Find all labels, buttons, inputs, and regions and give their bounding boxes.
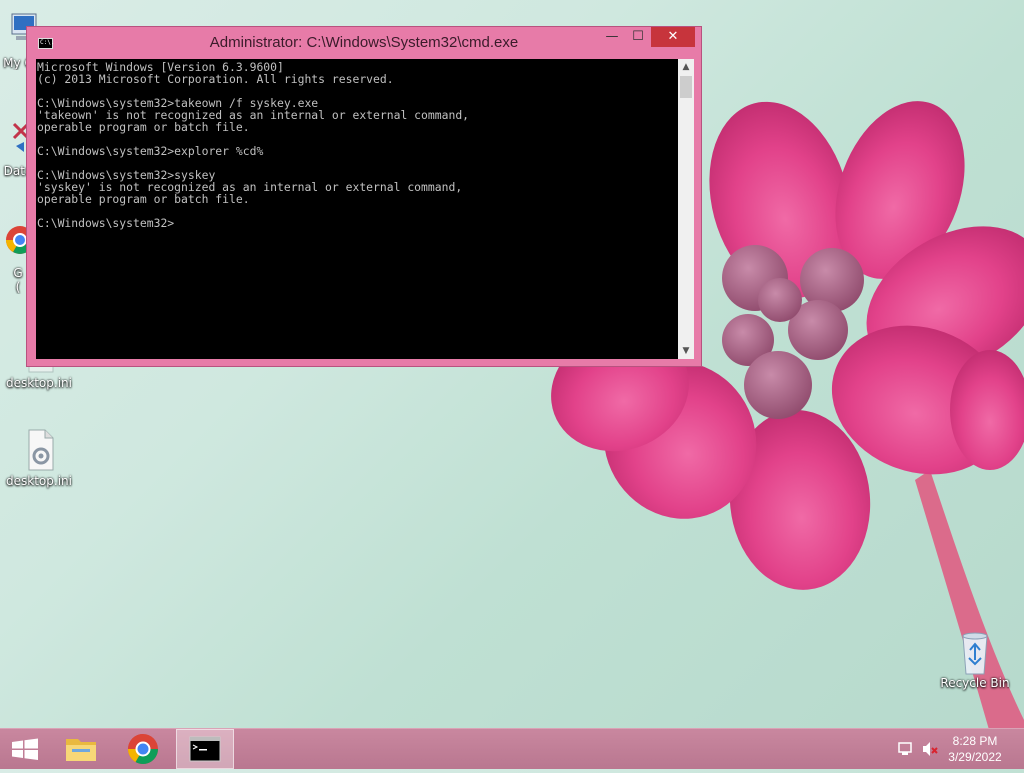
close-button[interactable]: ✕ bbox=[651, 27, 695, 47]
minimize-button[interactable]: — bbox=[599, 27, 625, 47]
start-button[interactable] bbox=[0, 729, 50, 769]
vertical-scrollbar[interactable]: ▲ ▼ bbox=[678, 59, 694, 359]
console-output[interactable]: Microsoft Windows [Version 6.3.9600] (c)… bbox=[36, 59, 678, 359]
desktop-icon-recycle-bin[interactable]: Recycle Bin bbox=[938, 630, 1012, 690]
console-text: Microsoft Windows [Version 6.3.9600] (c)… bbox=[37, 60, 470, 230]
taskbar-clock[interactable]: 8:28 PM 3/29/2022 bbox=[940, 733, 1010, 765]
network-tray-button[interactable] bbox=[896, 729, 916, 769]
scrollbar-thumb[interactable] bbox=[680, 76, 692, 98]
clock-time: 8:28 PM bbox=[952, 734, 998, 748]
volume-muted-icon bbox=[923, 742, 938, 756]
taskbar-chrome[interactable] bbox=[120, 729, 166, 769]
recycle-bin-icon bbox=[955, 630, 995, 675]
scroll-down-icon[interactable]: ▼ bbox=[678, 343, 694, 359]
chrome-icon bbox=[128, 734, 158, 765]
maximize-button[interactable]: ☐ bbox=[625, 27, 651, 47]
cmd-window[interactable]: C:\. Administrator: C:\Windows\System32\… bbox=[26, 26, 702, 367]
taskbar-cmd[interactable] bbox=[176, 729, 234, 769]
cmd-icon bbox=[189, 736, 221, 762]
taskbar-file-explorer[interactable] bbox=[58, 729, 104, 769]
clock-date: 3/29/2022 bbox=[948, 750, 1002, 764]
scroll-up-icon[interactable]: ▲ bbox=[678, 59, 694, 75]
settings-file-icon bbox=[19, 428, 59, 472]
network-icon bbox=[898, 742, 912, 755]
volume-tray-button[interactable] bbox=[920, 729, 940, 769]
file-explorer-icon bbox=[66, 739, 96, 761]
desktop-icon-desktop-ini-2[interactable]: desktop.ini bbox=[2, 428, 76, 488]
taskbar: 8:28 PM 3/29/2022 bbox=[0, 728, 1024, 769]
windows-start-icon bbox=[12, 738, 38, 760]
title-bar[interactable]: C:\. Administrator: C:\Windows\System32\… bbox=[27, 27, 701, 59]
